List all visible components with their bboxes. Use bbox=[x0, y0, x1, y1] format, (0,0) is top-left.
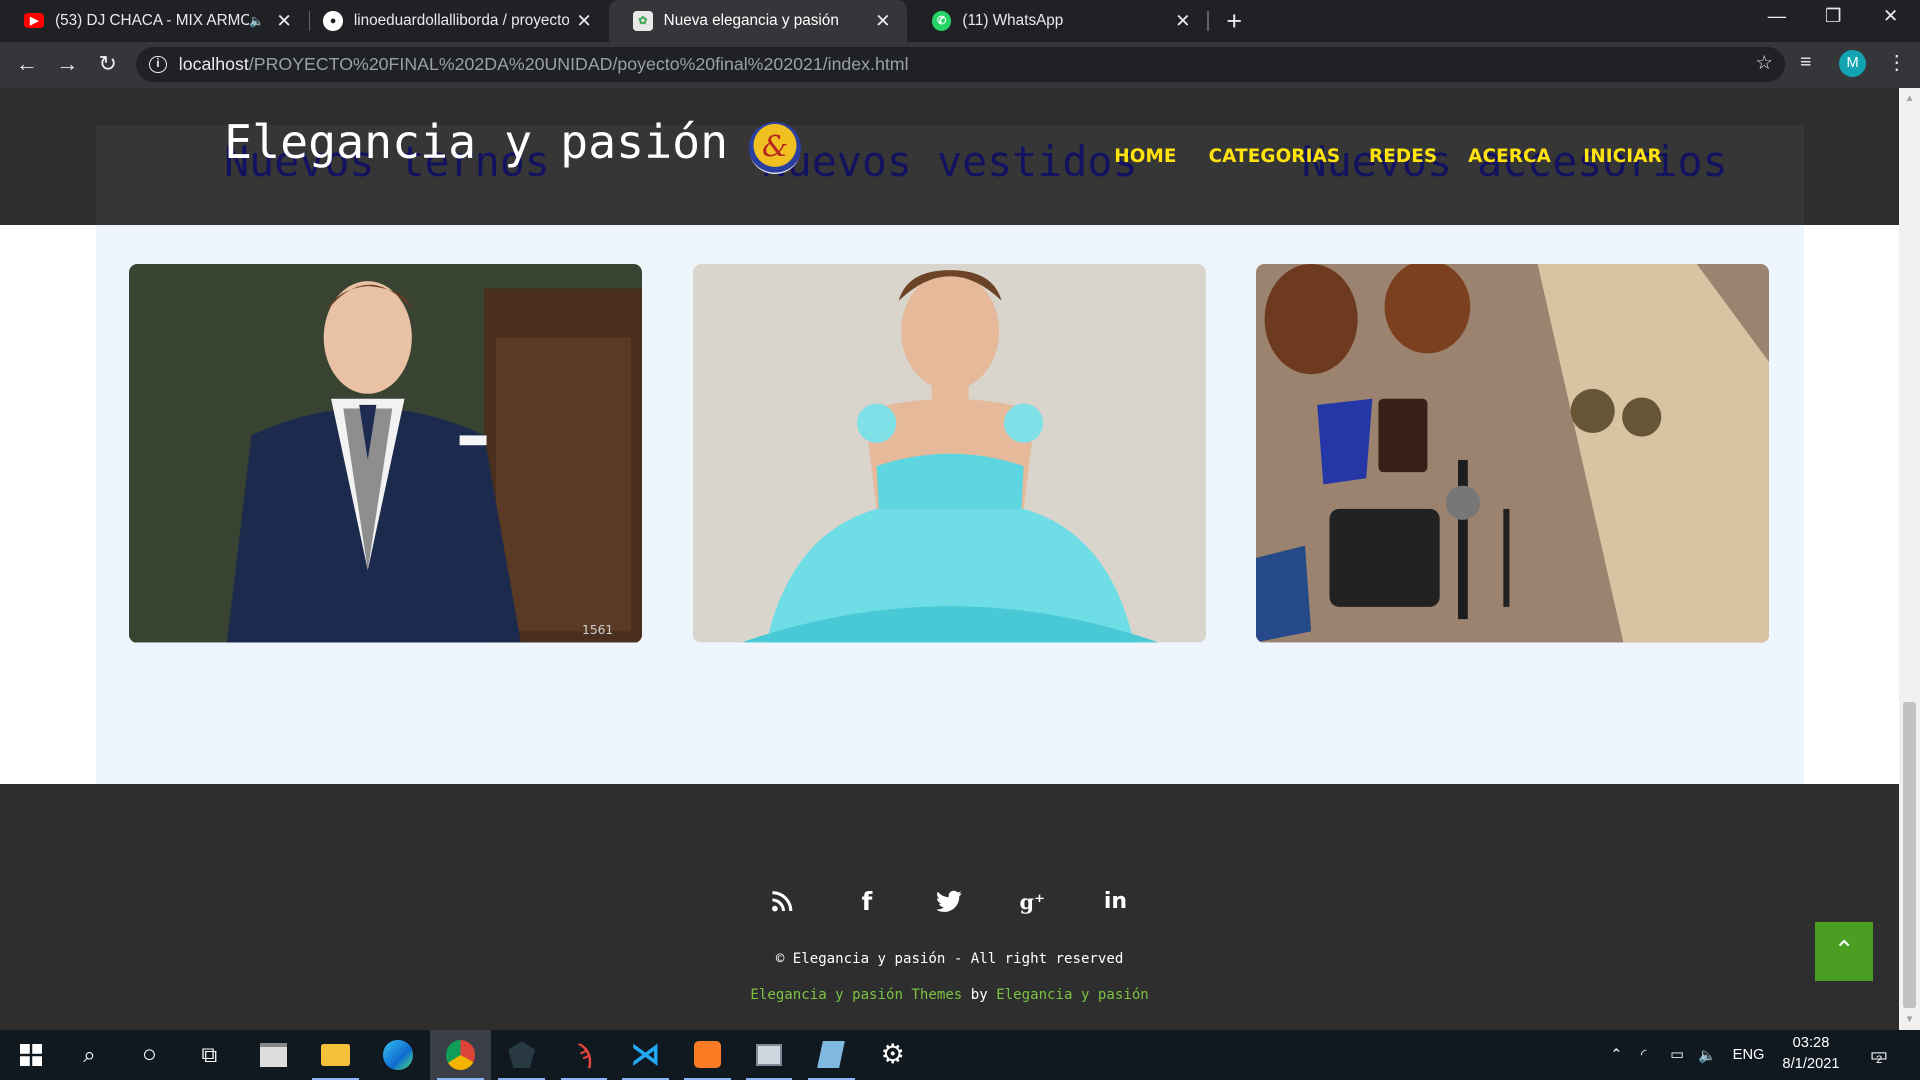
nav-acerca[interactable]: ACERCA bbox=[1468, 146, 1551, 167]
credits-theme-link[interactable]: Elegancia y pasión Themes bbox=[750, 987, 962, 1003]
tab-title: (11) WhatsApp bbox=[962, 11, 1064, 29]
tray-chevron-up-icon[interactable]: ⌃ bbox=[1610, 1030, 1622, 1080]
predator-app-icon[interactable] bbox=[491, 1030, 552, 1080]
scroll-down-arrow[interactable]: ▼ bbox=[1899, 1014, 1920, 1025]
site-header: Nuevos ternos Nuevos vestidos Nuevos acc… bbox=[0, 88, 1900, 226]
store-icon[interactable] bbox=[242, 1030, 303, 1080]
site-brand[interactable]: Elegancia y pasión bbox=[224, 115, 728, 169]
copyright-text: © Elegancia y pasión - All right reserve… bbox=[775, 951, 1124, 968]
windows-taskbar: ⌕ ○ ⧉ ϡ ⋊ ⚙ ⌃ ◜ ▭ 🔈 ENG 03:28 8/1/2021 ▭… bbox=[0, 1029, 1920, 1080]
chrome-icon[interactable] bbox=[429, 1029, 492, 1080]
new-tab-button[interactable]: + bbox=[1221, 6, 1248, 37]
ghost-heading-dresses: Nuevos vestidos bbox=[761, 137, 1138, 187]
address-bar[interactable]: i localhost/PROYECTO%20FINAL%202DA%20UNI… bbox=[135, 46, 1786, 83]
browser-tab-strip: ▶ (53) DJ CHACA - MIX ARMONÍA 10 🔈 ✕ ● l… bbox=[0, 0, 1920, 42]
close-tab-icon[interactable]: ✕ bbox=[868, 10, 897, 32]
tab-youtube[interactable]: ▶ (53) DJ CHACA - MIX ARMONÍA 10 🔈 ✕ bbox=[0, 0, 309, 42]
whatsapp-icon: ✆ bbox=[931, 11, 952, 31]
github-icon: ● bbox=[323, 11, 343, 31]
file-explorer-icon[interactable] bbox=[305, 1030, 366, 1080]
credits-line: Elegancia y pasión Themes by Elegancia y… bbox=[0, 987, 1899, 1003]
nav-redes[interactable]: REDES bbox=[1369, 146, 1437, 167]
forward-icon[interactable]: → bbox=[54, 51, 81, 78]
clock-date: 8/1/2021 bbox=[1782, 1056, 1840, 1073]
google-plus-icon[interactable]: g⁺ bbox=[1018, 889, 1047, 918]
tab-github[interactable]: ● linoeduardollalliborda / proyecto ✕ bbox=[299, 0, 609, 42]
url-text: localhost/PROYECTO%20FINAL%202DA%20UNIDA… bbox=[178, 53, 909, 74]
menu-icon[interactable]: ⋮ bbox=[1887, 51, 1907, 75]
tab-active-site[interactable]: ✿ Nueva elegancia y pasión ✕ bbox=[608, 0, 908, 42]
close-tab-icon[interactable]: ✕ bbox=[569, 10, 598, 32]
notification-count: 2 bbox=[1876, 1053, 1883, 1066]
scroll-up-arrow[interactable]: ▲ bbox=[1899, 93, 1920, 104]
windows-start-icon[interactable] bbox=[0, 1030, 61, 1080]
back-icon[interactable]: ← bbox=[13, 51, 40, 78]
clock-time: 03:28 bbox=[1792, 1035, 1830, 1052]
credits-by: by bbox=[962, 986, 997, 1003]
volume-icon[interactable]: 🔈 bbox=[1698, 1030, 1716, 1080]
notification-center-icon[interactable]: ▭ 2 bbox=[1870, 1030, 1889, 1080]
tab-whatsapp[interactable]: ✆ (11) WhatsApp ✕ bbox=[907, 0, 1207, 42]
linkedin-icon[interactable]: in bbox=[1101, 889, 1130, 918]
page-viewport: Nuevos ternos Nuevos vestidos Nuevos acc… bbox=[0, 88, 1900, 1030]
chevron-up-icon: ⌃ bbox=[1833, 937, 1855, 965]
close-window-icon[interactable]: ✕ bbox=[1872, 5, 1909, 27]
restore-icon[interactable]: ❐ bbox=[1815, 5, 1852, 27]
card-dresses-image[interactable] bbox=[693, 264, 1207, 643]
cortana-icon[interactable]: ○ bbox=[119, 1030, 180, 1080]
reload-icon[interactable]: ↻ bbox=[94, 51, 121, 78]
tab-title: (53) DJ CHACA - MIX ARMONÍA 10 bbox=[55, 11, 249, 29]
suit-photo: 1561 bbox=[128, 264, 642, 643]
bookmark-star-icon[interactable]: ☆ bbox=[1756, 51, 1774, 75]
profile-avatar[interactable]: M bbox=[1839, 50, 1867, 78]
nav-categorias[interactable]: CATEGORIAS bbox=[1209, 146, 1341, 167]
notes-app-icon[interactable] bbox=[801, 1030, 862, 1080]
tab-separator bbox=[1207, 11, 1209, 31]
speaker-icon[interactable]: 🔈 bbox=[249, 14, 264, 28]
dress-photo bbox=[693, 264, 1207, 643]
site-favicon: ✿ bbox=[633, 11, 653, 31]
site-info-icon[interactable]: i bbox=[149, 55, 167, 73]
language-indicator[interactable]: ENG bbox=[1733, 1030, 1765, 1080]
twitter-icon[interactable] bbox=[934, 889, 963, 918]
tab-title: linoeduardollalliborda / proyecto bbox=[353, 11, 570, 29]
photo-caption: 1561 bbox=[582, 623, 613, 637]
card-accessories-image[interactable] bbox=[1256, 264, 1770, 643]
scrollbar-thumb[interactable] bbox=[1902, 701, 1917, 1008]
search-icon[interactable]: ⌕ bbox=[59, 1030, 120, 1080]
credits-author-link[interactable]: Elegancia y pasión bbox=[996, 987, 1149, 1003]
close-tab-icon[interactable]: ✕ bbox=[269, 10, 298, 32]
settings-gear-icon[interactable]: ⚙ bbox=[862, 1030, 923, 1080]
xampp-icon[interactable] bbox=[677, 1030, 738, 1080]
clock[interactable]: 03:28 8/1/2021 bbox=[1776, 1033, 1847, 1075]
accessories-photo bbox=[1256, 264, 1770, 643]
remote-app-icon[interactable] bbox=[738, 1030, 799, 1080]
youtube-icon: ▶ bbox=[24, 13, 45, 29]
vscode-icon[interactable]: ⋊ bbox=[615, 1030, 676, 1080]
nav-home[interactable]: HOME bbox=[1114, 146, 1176, 167]
back-to-top-button[interactable]: ⌃ bbox=[1814, 922, 1874, 981]
browser-toolbar: ← → ↻ i localhost/PROYECTO%20FINAL%202DA… bbox=[0, 41, 1920, 89]
wifi-icon[interactable]: ◜ bbox=[1641, 1030, 1647, 1080]
facebook-icon[interactable]: f bbox=[852, 888, 881, 918]
content-section: 1561 bbox=[95, 225, 1804, 784]
nav-iniciar[interactable]: INICIAR bbox=[1583, 146, 1662, 167]
edge-icon[interactable] bbox=[367, 1030, 428, 1080]
design-app-icon[interactable]: ϡ bbox=[553, 1030, 614, 1080]
reading-list-icon[interactable]: ≡ bbox=[1800, 51, 1811, 74]
close-tab-icon[interactable]: ✕ bbox=[1168, 10, 1197, 32]
task-view-icon[interactable]: ⧉ bbox=[179, 1030, 240, 1080]
site-footer: f g⁺ in © Elegancia y pasión - All right… bbox=[0, 783, 1900, 1030]
rss-icon[interactable] bbox=[768, 889, 797, 918]
page-scrollbar[interactable]: ▲ ▼ bbox=[1899, 88, 1920, 1030]
card-suits-image[interactable]: 1561 bbox=[128, 264, 642, 643]
tab-title: Nueva elegancia y pasión bbox=[663, 11, 839, 29]
battery-icon[interactable]: ▭ bbox=[1670, 1030, 1684, 1080]
minimize-icon[interactable]: — bbox=[1758, 5, 1795, 27]
site-logo[interactable] bbox=[749, 122, 801, 174]
